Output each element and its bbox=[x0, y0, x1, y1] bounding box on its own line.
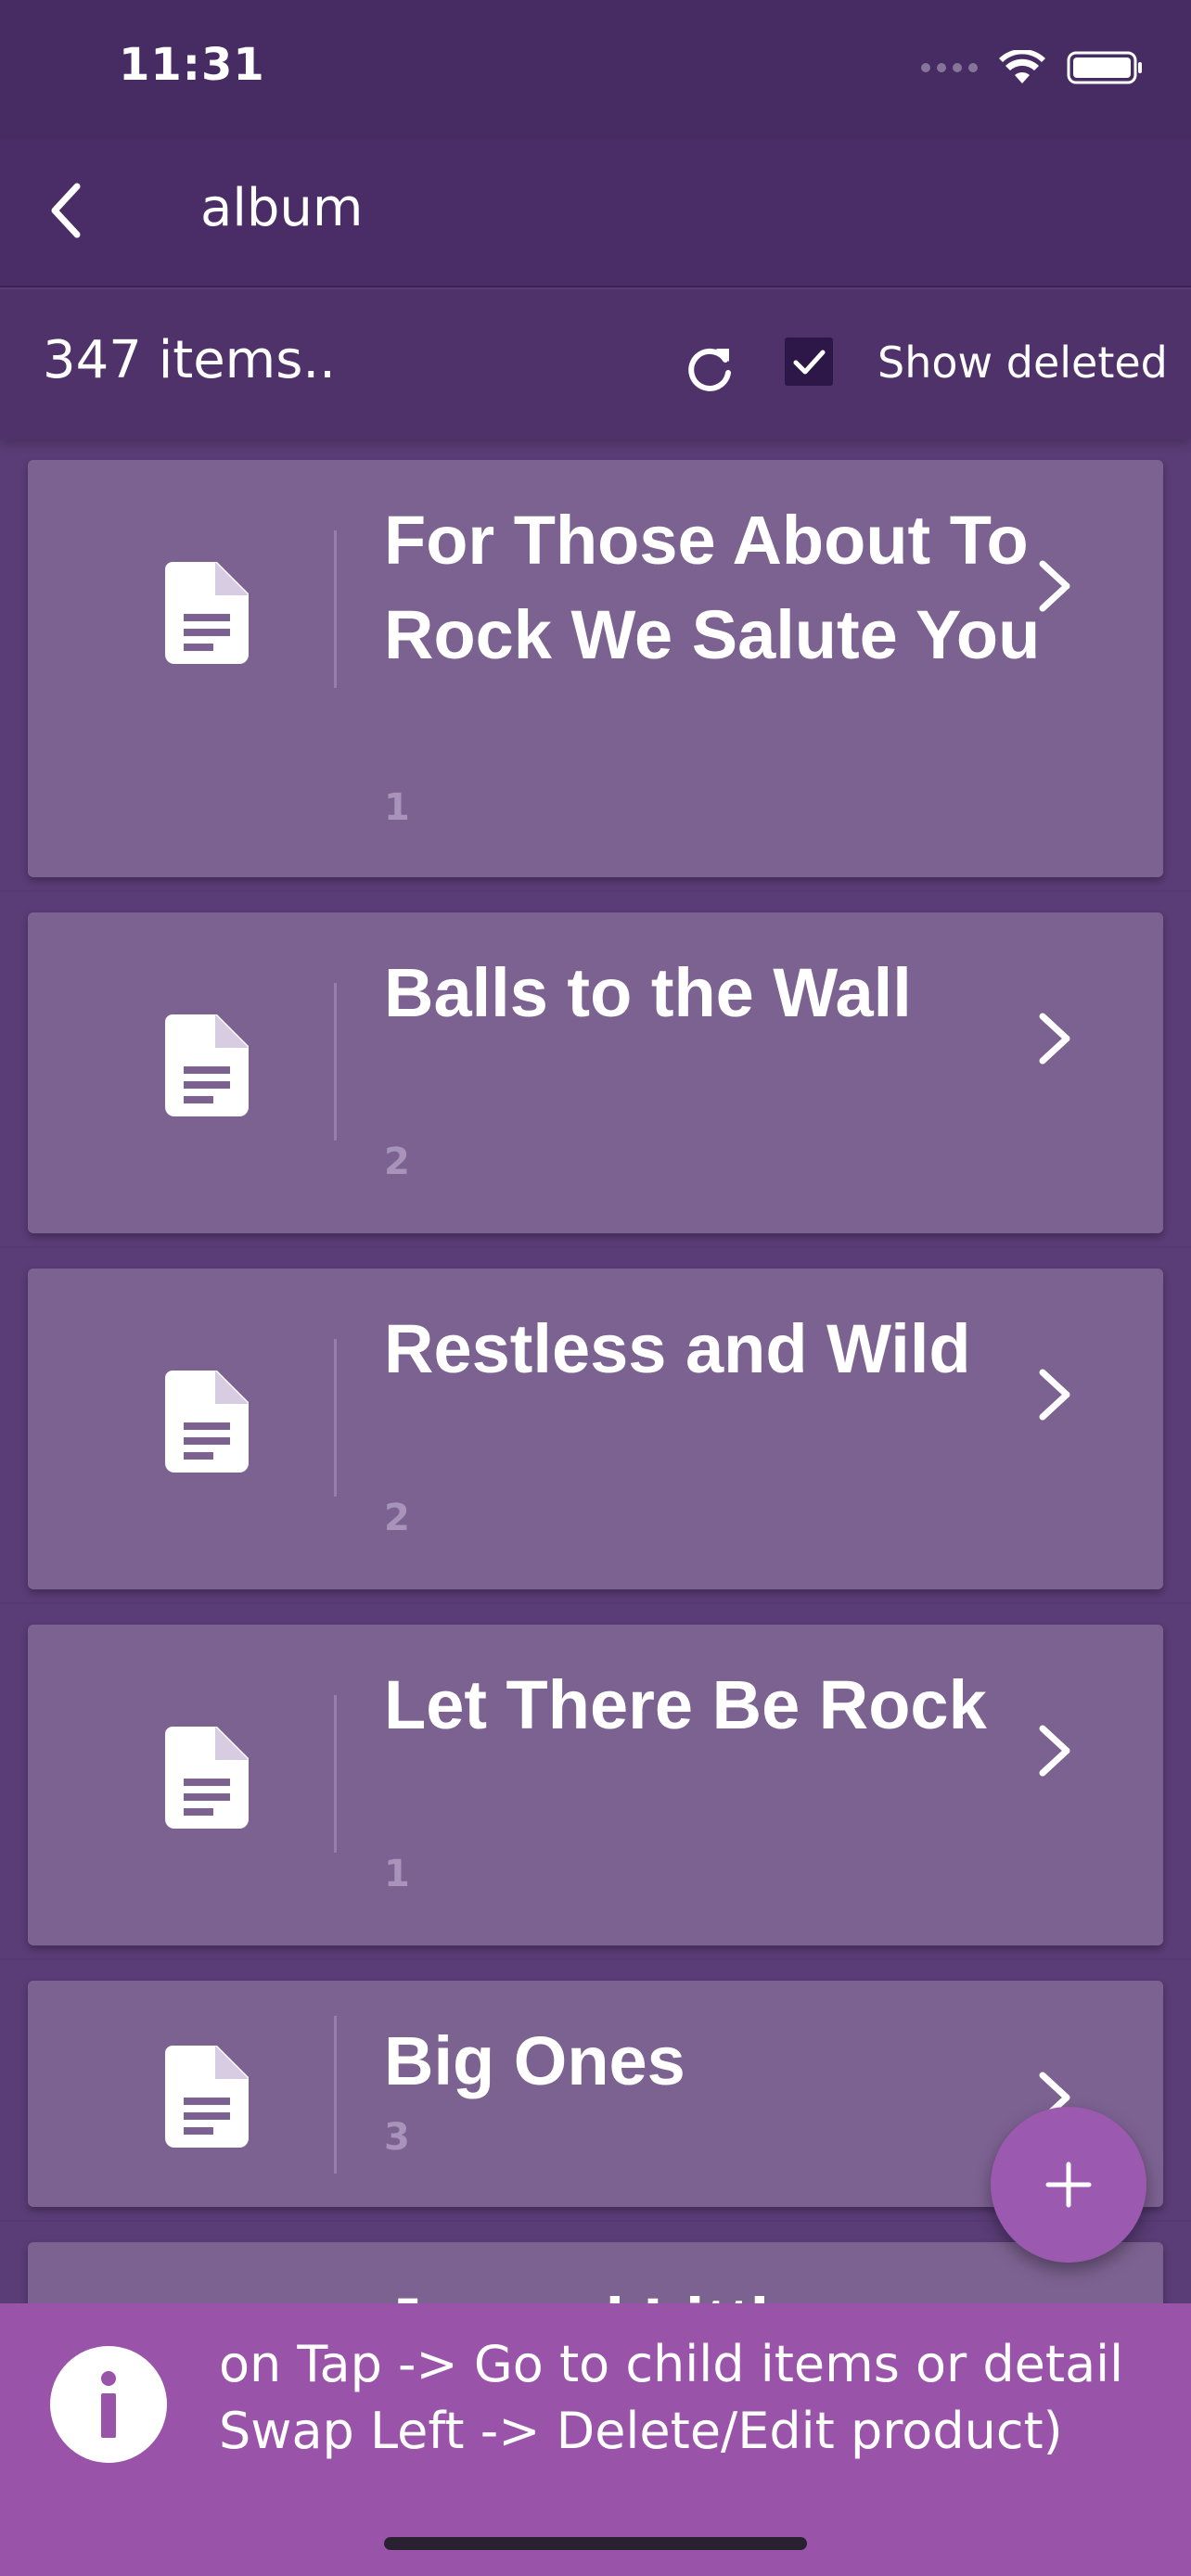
list-item-card[interactable]: Balls to the Wall 2 bbox=[28, 912, 1163, 1233]
item-divider bbox=[334, 983, 337, 1141]
page-title: album bbox=[200, 178, 364, 238]
list-item-card[interactable]: Restless and Wild 2 bbox=[28, 1269, 1163, 1589]
list-item-card[interactable]: Let There Be Rock 1 bbox=[28, 1625, 1163, 1945]
list-item[interactable]: For Those About To Rock We Salute You 1 bbox=[0, 440, 1191, 892]
item-subtitle: 3 bbox=[384, 2116, 410, 2159]
item-title: For Those About To Rock We Salute You bbox=[384, 502, 1041, 673]
chevron-right-icon bbox=[1039, 1369, 1070, 1421]
document-icon bbox=[165, 1371, 249, 1473]
item-subtitle: 2 bbox=[384, 1141, 410, 1183]
info-icon bbox=[50, 2346, 167, 2463]
chevron-right-icon bbox=[1039, 1725, 1070, 1777]
status-icons bbox=[921, 46, 1145, 89]
item-subtitle: 1 bbox=[384, 1853, 410, 1895]
item-subtitle: 2 bbox=[384, 1497, 410, 1539]
list-item[interactable]: Restless and Wild 2 bbox=[0, 1248, 1191, 1604]
item-title: Balls to the Wall bbox=[384, 954, 912, 1031]
item-subtitle: 1 bbox=[384, 786, 410, 829]
chevron-right-icon bbox=[1039, 560, 1070, 612]
list-item-card[interactable]: For Those About To Rock We Salute You 1 bbox=[28, 460, 1163, 877]
album-list: For Those About To Rock We Salute You 1 … bbox=[0, 440, 1191, 2303]
item-title: Jagged Little bbox=[384, 2276, 1052, 2303]
plus-icon bbox=[1045, 2162, 1092, 2208]
chevron-right-icon bbox=[1039, 1013, 1070, 1065]
refresh-icon bbox=[688, 348, 731, 391]
battery-icon bbox=[1067, 51, 1142, 84]
banner-line-1: on Tap -> Go to child items or detail bbox=[219, 2335, 1124, 2393]
show-deleted-label[interactable]: Show deleted bbox=[877, 338, 1168, 388]
home-indicator[interactable] bbox=[384, 2537, 807, 2550]
list-item[interactable]: Balls to the Wall 2 bbox=[0, 892, 1191, 1248]
item-divider bbox=[334, 530, 337, 688]
status-bar: 11:31 bbox=[0, 0, 1191, 139]
item-title: Let There Be Rock bbox=[384, 1666, 987, 1743]
cellular-signal-icon bbox=[921, 63, 978, 72]
app-bar: album bbox=[0, 139, 1191, 287]
item-count: 347 items.. bbox=[43, 330, 336, 390]
check-icon bbox=[793, 350, 826, 375]
banner-line-2: Swap Left -> Delete/Edit product) bbox=[219, 2402, 1063, 2460]
document-icon bbox=[165, 2046, 249, 2148]
wifi-icon bbox=[999, 50, 1045, 83]
chevron-left-icon bbox=[51, 183, 81, 238]
document-icon bbox=[165, 1727, 249, 1829]
info-banner: on Tap -> Go to child items or detail Sw… bbox=[0, 2303, 1191, 2576]
refresh-button[interactable] bbox=[677, 338, 742, 402]
banner-message: on Tap -> Go to child items or detail Sw… bbox=[219, 2331, 1123, 2465]
document-icon bbox=[165, 562, 249, 664]
item-title: Big Ones bbox=[384, 2022, 685, 2099]
item-title: Restless and Wild bbox=[384, 1310, 971, 1387]
item-divider bbox=[334, 1339, 337, 1497]
back-button[interactable] bbox=[33, 178, 98, 243]
item-divider bbox=[334, 2016, 337, 2174]
list-item[interactable]: Let There Be Rock 1 bbox=[0, 1604, 1191, 1960]
item-divider bbox=[334, 1695, 337, 1853]
add-button[interactable] bbox=[991, 2107, 1146, 2263]
list-item-card[interactable]: Jagged Little bbox=[28, 2242, 1163, 2303]
status-time: 11:31 bbox=[119, 39, 265, 91]
document-icon bbox=[165, 1014, 249, 1116]
show-deleted-checkbox[interactable] bbox=[785, 338, 833, 386]
